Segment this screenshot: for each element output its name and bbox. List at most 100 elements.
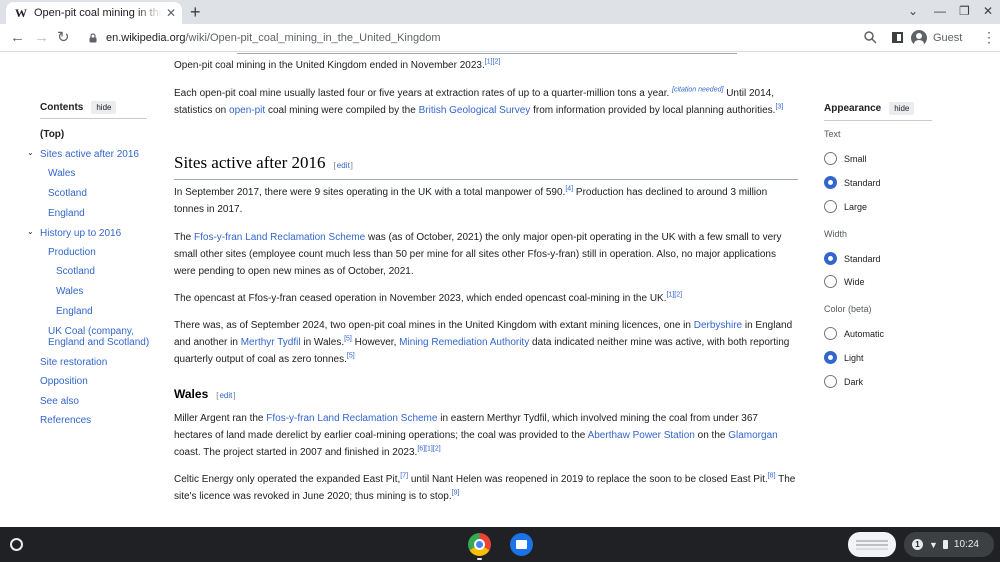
reference-link[interactable]: [9] — [452, 490, 460, 497]
toc-item-history-england[interactable]: England — [56, 306, 93, 317]
text: until Nant Helen was reopened in 2019 to… — [408, 474, 768, 485]
reference-link[interactable]: [5] — [344, 336, 352, 343]
radio-width-wide[interactable]: Wide — [824, 275, 865, 288]
paragraph: The Ffos-y-fran Land Reclamation Scheme … — [174, 229, 798, 280]
toc-item-production[interactable]: Production — [48, 247, 96, 258]
link-glamorgan[interactable]: Glamorgan — [728, 430, 777, 441]
tab-close-icon[interactable]: ✕ — [166, 6, 176, 20]
radio-color-dark[interactable]: Dark — [824, 375, 863, 388]
radio-text-small[interactable]: Small — [824, 152, 867, 165]
color-label: Color (beta) — [824, 304, 872, 314]
appearance-hide-button[interactable]: hide — [889, 102, 915, 115]
toc-item-top[interactable]: (Top) — [40, 129, 64, 140]
link-merthyr-tydfil[interactable]: Merthyr Tydfil — [241, 337, 301, 348]
radio-circle-icon — [824, 375, 837, 388]
radio-width-standard[interactable]: Standard — [824, 252, 881, 265]
radio-label: Light — [844, 352, 864, 363]
toc-item-references[interactable]: References — [40, 415, 91, 426]
link-derbyshire[interactable]: Derbyshire — [694, 320, 742, 331]
divider — [237, 53, 737, 54]
reference-link[interactable]: [3] — [775, 104, 783, 111]
radio-label: Standard — [844, 253, 881, 264]
radio-text-large[interactable]: Large — [824, 200, 867, 213]
forward-icon[interactable]: → — [34, 28, 49, 48]
active-app-indicator — [477, 558, 482, 560]
new-tab-button[interactable]: + — [190, 2, 201, 22]
heading-text: Wales — [174, 387, 209, 401]
edit-link[interactable]: edit — [216, 391, 235, 400]
edit-link[interactable]: edit — [334, 161, 353, 170]
reference-link[interactable]: [1][2] — [667, 292, 683, 299]
paragraph: Miller Argent ran the Ffos-y-fran Land R… — [174, 410, 798, 461]
status-tray[interactable]: 1 ▼ 10:24 — [904, 532, 994, 557]
heading-text: Sites active after 2016 — [174, 153, 326, 172]
wifi-icon: ▼ — [929, 539, 938, 550]
chevron-down-icon[interactable]: ⌄ — [27, 227, 34, 236]
launcher-icon[interactable] — [10, 538, 23, 551]
radio-text-standard[interactable]: Standard — [824, 176, 881, 189]
text: In September 2017, there were 9 sites op… — [174, 187, 566, 198]
reference-link[interactable]: [1][2] — [485, 59, 501, 66]
restore-icon[interactable]: ❐ — [959, 4, 970, 18]
text: Miller Argent ran the — [174, 413, 267, 424]
reference-link[interactable]: [4] — [565, 186, 573, 193]
link-open-pit[interactable]: open-pit — [229, 105, 265, 116]
text: coal mining were compiled by the — [265, 105, 419, 116]
reload-icon[interactable]: ↻ — [57, 28, 70, 48]
link-ffos-y-fran[interactable]: Ffos-y-fran Land Reclamation Scheme — [266, 413, 437, 424]
zoom-icon[interactable] — [863, 30, 877, 44]
paragraph: The opencast at Ffos-y-fran ceased opera… — [174, 290, 798, 307]
toc-header: Contents hide — [40, 101, 117, 114]
toc-item-see-also[interactable]: See also — [40, 396, 79, 407]
site-info-icon[interactable] — [88, 33, 98, 43]
toc-item-history-scotland[interactable]: Scotland — [56, 266, 95, 277]
reference-link[interactable]: [8] — [768, 473, 776, 480]
screenshot-thumbnail[interactable] — [848, 532, 896, 557]
toc-item-uk-coal[interactable]: UK Coal (company, England and Scotland) — [48, 326, 154, 348]
url-path: /wiki/Open-pit_coal_mining_in_the_United… — [185, 32, 441, 44]
reference-link[interactable]: [7] — [400, 473, 408, 480]
side-panel-icon[interactable] — [892, 32, 903, 43]
link-aberthaw-power-station[interactable]: Aberthaw Power Station — [588, 430, 695, 441]
browser-tab[interactable]: W Open-pit coal mining in the United Kin… — [6, 2, 182, 24]
profile-label: Guest — [933, 32, 963, 44]
text: There was, as of September 2024, two ope… — [174, 320, 694, 331]
paragraph: There was, as of September 2024, two ope… — [174, 317, 798, 368]
toc-item-scotland[interactable]: Scotland — [48, 188, 87, 199]
toc-item-site-restoration[interactable]: Site restoration — [40, 357, 107, 368]
radio-color-light[interactable]: Light — [824, 351, 864, 364]
radio-circle-icon — [824, 275, 837, 288]
radio-selected-icon — [824, 351, 837, 364]
files-icon[interactable] — [510, 533, 533, 556]
subsection-heading: Wales edit — [174, 386, 236, 404]
reference-link[interactable]: [6][1][2] — [417, 446, 440, 453]
chevron-down-icon[interactable]: ⌄ — [27, 148, 34, 157]
toc-item-opposition[interactable]: Opposition — [40, 376, 88, 387]
text: coast. The project started in 2007 and f… — [174, 447, 418, 458]
reference-link[interactable]: [5] — [347, 353, 355, 360]
radio-circle-icon — [824, 152, 837, 165]
toc-item-wales[interactable]: Wales — [48, 168, 75, 179]
paragraph: Celtic Energy only operated the expanded… — [174, 471, 798, 505]
link-mining-remediation-authority[interactable]: Mining Remediation Authority — [399, 337, 529, 348]
minimize-icon[interactable]: — — [934, 4, 946, 18]
window-close-icon[interactable]: ✕ — [983, 4, 993, 18]
radio-label: Small — [844, 153, 867, 164]
toc-item-england[interactable]: England — [48, 208, 85, 219]
back-icon[interactable]: ← — [10, 28, 25, 48]
chrome-icon[interactable] — [468, 533, 491, 556]
paragraph: Each open-pit coal mine usually lasted f… — [174, 85, 798, 119]
citation-needed-link[interactable]: [citation needed] — [672, 87, 723, 94]
link-ffos-y-fran[interactable]: Ffos-y-fran Land Reclamation Scheme — [194, 232, 365, 243]
toc-item-sites-active[interactable]: Sites active after 2016 — [40, 149, 139, 160]
address-bar[interactable]: en.wikipedia.org/wiki/Open-pit_coal_mini… — [78, 27, 886, 49]
toc-item-history-wales[interactable]: Wales — [56, 286, 83, 297]
menu-kebab-icon[interactable]: ⋮ — [982, 29, 996, 46]
wikipedia-page: Contents hide (Top) ⌄ Sites active after… — [0, 53, 1000, 527]
toc-item-history[interactable]: History up to 2016 — [40, 228, 121, 239]
radio-color-automatic[interactable]: Automatic — [824, 327, 884, 340]
link-british-geological-survey[interactable]: British Geological Survey — [419, 105, 531, 116]
toc-hide-button[interactable]: hide — [91, 101, 117, 114]
tab-search-chevron-icon[interactable]: ⌄ — [908, 4, 918, 18]
profile-button[interactable]: Guest — [911, 27, 962, 49]
